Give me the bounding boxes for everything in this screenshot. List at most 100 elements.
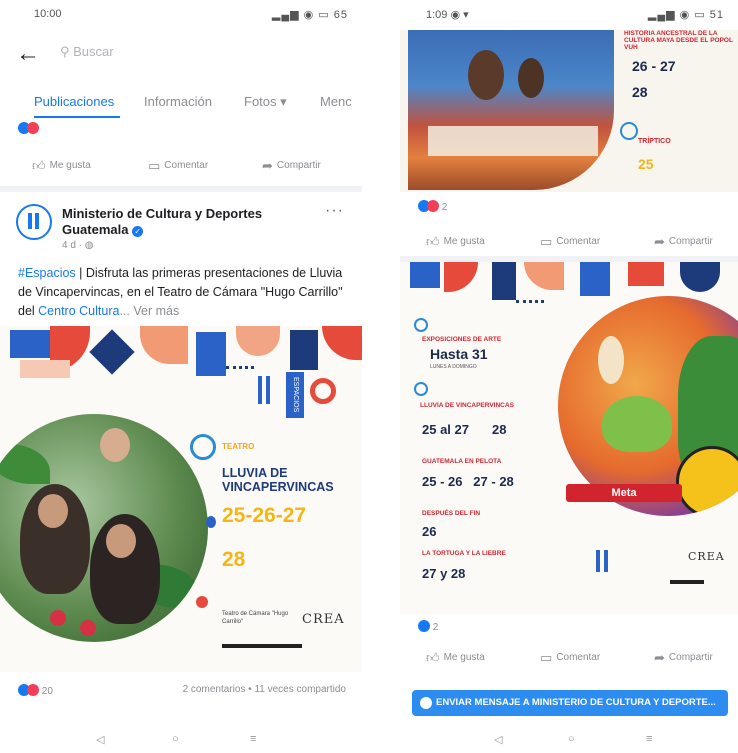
- right-phone-screen: 1:09 ◉ ▾ ▂▄▆ ◉ ▭ 51 HISTORIA ANCESTRAL D…: [400, 0, 738, 753]
- theatre-icon: [190, 434, 216, 460]
- search-icon: ⚲: [60, 44, 74, 59]
- share-button[interactable]: ➦ Compartir: [654, 234, 713, 250]
- actor-face: [100, 428, 130, 462]
- tab-menciones[interactable]: Menc: [320, 94, 352, 109]
- post-reactions[interactable]: 20: [18, 684, 53, 697]
- send-message-button[interactable]: ENVIAR MENSAJE A MINISTERIO DE CULTURA Y…: [412, 690, 728, 716]
- active-tab-indicator: [34, 116, 120, 118]
- nav-recents-icon[interactable]: ≡: [250, 733, 256, 745]
- decor-shape: [236, 326, 280, 356]
- thumbs-up-icon: 👍︎: [426, 650, 440, 665]
- poster-title: LLUVIA DE VINCAPERVINCAS: [222, 466, 334, 494]
- actor-face: [38, 494, 68, 528]
- painting-figure: [518, 58, 544, 98]
- nav-back-icon[interactable]: ◁: [494, 733, 502, 746]
- flower: [50, 610, 66, 626]
- status-time-text: 1:09: [426, 9, 448, 21]
- comment-button[interactable]: ▭ Comentar: [148, 158, 208, 174]
- sponsor-bar: [222, 644, 302, 648]
- tab-publicaciones[interactable]: Publicaciones: [34, 94, 114, 109]
- actors-photo: [0, 414, 208, 642]
- post-image-1[interactable]: HISTORIA ANCESTRAL DE LA CULTURA MAYA DE…: [400, 30, 738, 192]
- battery-level: 51: [709, 9, 724, 21]
- illustration-circle: [558, 296, 738, 516]
- like-button[interactable]: 👍︎ Me gusta: [426, 234, 485, 250]
- share-button[interactable]: ➦ Compartir: [262, 158, 321, 174]
- thumbs-up-icon: 👍︎: [32, 158, 46, 173]
- page-header: ← ⚲ Buscar: [0, 30, 362, 74]
- decor-dots: [516, 300, 544, 303]
- comment-button[interactable]: ▭ Comentar: [540, 650, 600, 666]
- left-phone-screen: 10:00 ▂▄▆ ◉ ▭ 65 ← ⚲ Buscar Publicacione…: [0, 0, 362, 753]
- post-reactions-2[interactable]: 2: [418, 620, 438, 633]
- page-avatar[interactable]: [16, 204, 52, 240]
- like-reaction-icon: [418, 620, 430, 632]
- thumbs-up-icon: 👍︎: [426, 234, 440, 249]
- church-building: [428, 126, 598, 156]
- love-reaction-icon: [27, 684, 39, 696]
- page-name[interactable]: Ministerio de Cultura y Deportes Guatema…: [62, 206, 292, 238]
- like-button[interactable]: 👍︎ Me gusta: [32, 158, 91, 174]
- share-button[interactable]: ➦ Compartir: [654, 650, 713, 666]
- date-a: 26 - 27: [632, 58, 676, 74]
- like-button[interactable]: 👍︎ Me gusta: [426, 650, 485, 666]
- reactions-count: 2: [432, 622, 439, 633]
- post-text: #Espacios | Disfruta las primeras presen…: [18, 264, 348, 321]
- share-icon: ➦: [654, 234, 665, 249]
- see-more-link[interactable]: ... Ver más: [119, 304, 179, 318]
- post-stats[interactable]: 2 comentarios • 11 veces compartido: [183, 684, 346, 695]
- soccer-ball-illustration: [676, 446, 738, 516]
- lluvia-label: LLUVIA DE VINCAPERVINCAS: [420, 402, 514, 409]
- crea-logo: CREA: [302, 612, 345, 627]
- share-icon: ➦: [654, 650, 665, 665]
- hare-illustration: [598, 336, 624, 384]
- send-message-label: ENVIAR MENSAJE A MINISTERIO DE CULTURA Y…: [436, 697, 716, 708]
- comment-label: Comentar: [556, 236, 601, 247]
- decor-shape: [196, 332, 226, 376]
- post-image-2[interactable]: Meta EXPOSICIONES DE ARTE Hasta 31 LUNES…: [400, 262, 738, 614]
- nav-home-icon[interactable]: ○: [568, 733, 575, 745]
- nav-home-icon[interactable]: ○: [172, 733, 179, 745]
- poster-heading: HISTORIA ANCESTRAL DE LA CULTURA MAYA DE…: [624, 30, 733, 51]
- post-meta: 4 d · ◍: [62, 240, 94, 251]
- date-c: 25: [638, 156, 654, 172]
- pelota-date: 25 - 26 27 - 28: [422, 474, 514, 489]
- decor-shape: [524, 262, 564, 290]
- prev-post-reactions[interactable]: [18, 122, 39, 135]
- dropdown-arrow-icon: ▾: [280, 94, 287, 109]
- decor-flower: [206, 516, 216, 528]
- nav-recents-icon[interactable]: ≡: [646, 733, 652, 745]
- post-image[interactable]: ESPACIOS TEATRO LLUVIA DE VINCAPERVINCAS…: [0, 326, 362, 672]
- android-nav-bar: ◁ ○ ≡: [0, 727, 362, 753]
- nav-back-icon[interactable]: ◁: [96, 733, 104, 746]
- status-bar: 10:00 ▂▄▆ ◉ ▭ 65: [0, 0, 362, 26]
- page-name-text: Ministerio de Cultura y Deportes Guatema…: [62, 206, 263, 237]
- painting-figure: [468, 50, 504, 100]
- comment-icon: ▭: [540, 650, 553, 665]
- mention-link[interactable]: Centro Cultura: [38, 304, 119, 318]
- decor-shape: [290, 330, 318, 370]
- verified-badge-icon: ✓: [132, 226, 144, 237]
- maya-painting: [408, 30, 614, 190]
- tortuga-date: 27 y 28: [422, 566, 466, 581]
- messenger-icon: [420, 697, 432, 709]
- hashtag-link[interactable]: #Espacios: [18, 266, 76, 280]
- search-input[interactable]: ⚲ Buscar: [60, 44, 114, 60]
- comment-button[interactable]: ▭ Comentar: [540, 234, 600, 250]
- post-reactions-1[interactable]: 2: [418, 200, 447, 213]
- lluvia-date-b: 28: [492, 422, 507, 437]
- poster-dates-2: 28: [222, 548, 246, 571]
- back-arrow-icon[interactable]: ←: [16, 40, 40, 68]
- poster-venue: Teatro de Cámara "Hugo Carrillo": [222, 611, 289, 625]
- love-reaction-icon: [427, 200, 439, 212]
- post-time: 4 d: [62, 240, 76, 251]
- tab-informacion[interactable]: Información: [144, 94, 212, 109]
- post-actions-1: 👍︎ Me gusta ▭ Comentar ➦ Compartir: [400, 228, 738, 256]
- fin-label: DESPUÉS DEL FIN: [422, 510, 481, 517]
- meta-banner: Meta: [566, 484, 682, 502]
- more-options-icon[interactable]: ···: [325, 202, 344, 220]
- actor-face: [106, 524, 136, 558]
- tab-fotos[interactable]: Fotos ▾: [244, 94, 287, 110]
- poster-dates-1: 25-26-27: [222, 504, 307, 527]
- battery-level: 65: [333, 9, 348, 21]
